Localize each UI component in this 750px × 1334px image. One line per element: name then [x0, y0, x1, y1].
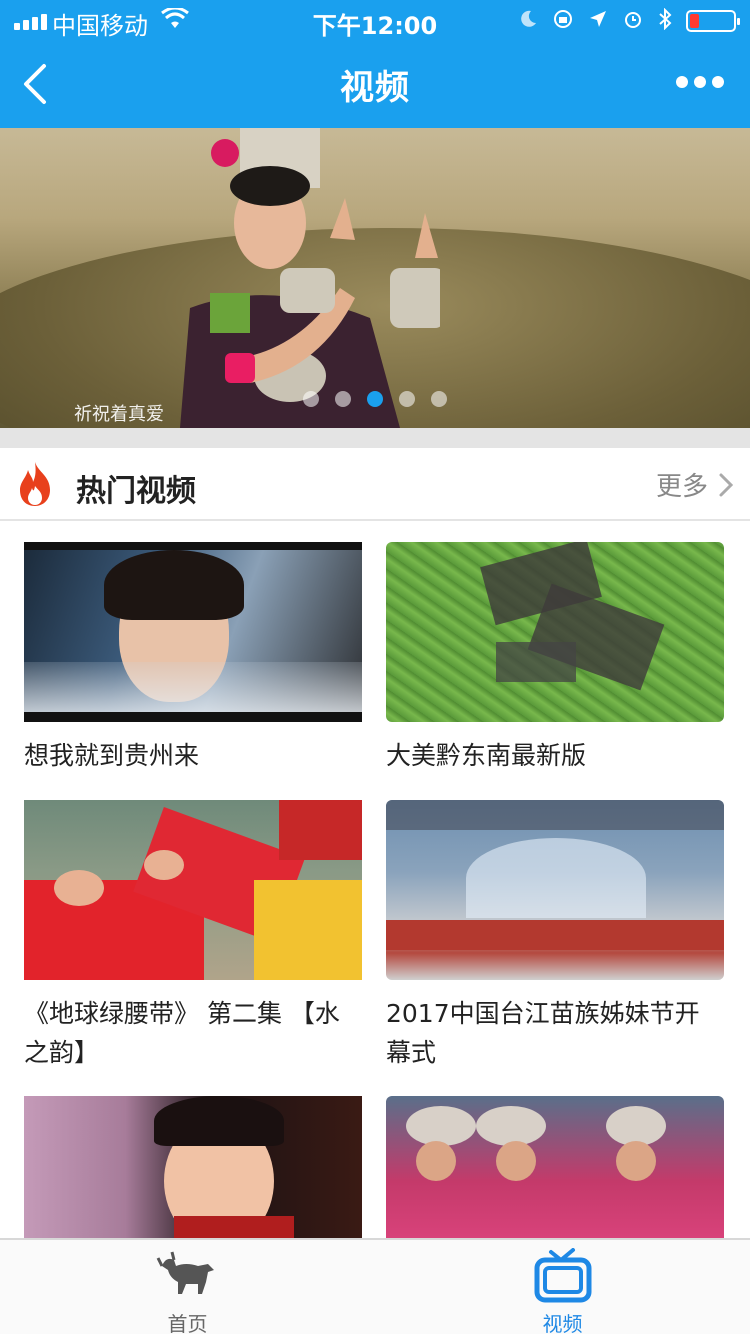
carousel-dot[interactable] [303, 391, 319, 407]
divider [0, 428, 750, 448]
video-title[interactable]: 想我就到贵州来 [24, 736, 362, 775]
more-label: 更多 [655, 472, 708, 502]
carousel-dot[interactable] [335, 391, 351, 407]
video-card[interactable]: 2017中国台江苗族姊妹节开幕式 [386, 800, 724, 1072]
dot-icon [694, 76, 706, 88]
video-thumbnail[interactable] [24, 1096, 362, 1238]
video-thumbnail[interactable] [386, 542, 724, 722]
top-bar: 中国移动 下午12:00 视频 [0, 0, 750, 128]
bull-icon [156, 1251, 214, 1294]
video-thumbnail[interactable] [24, 800, 362, 980]
video-card[interactable] [386, 1096, 724, 1238]
moon-icon [518, 9, 538, 33]
tab-bar: 首页 视频 [0, 1238, 750, 1334]
video-card[interactable]: 《地球绿腰带》 第二集 【水之韵】 [24, 800, 362, 1072]
location-icon [588, 9, 608, 33]
fire-icon [20, 462, 50, 506]
video-title[interactable]: 2017中国台江苗族姊妹节开幕式 [386, 994, 724, 1072]
video-thumbnail[interactable] [386, 800, 724, 980]
carousel-dot[interactable] [399, 391, 415, 407]
hot-videos-header: 热门视频 更多 [0, 448, 750, 521]
tab-label: 首页 [167, 1312, 208, 1334]
tv-icon [534, 1248, 591, 1303]
alarm-icon [622, 8, 644, 34]
status-icons [518, 7, 740, 34]
video-card[interactable]: 想我就到贵州来 [24, 542, 362, 775]
page-title: 视频 [340, 68, 410, 108]
tab-video[interactable]: 视频 [375, 1240, 750, 1334]
battery-icon [686, 10, 740, 32]
tab-home[interactable]: 首页 [0, 1240, 375, 1334]
dot-icon [676, 76, 688, 88]
video-thumbnail[interactable] [24, 542, 362, 722]
section-title: 热门视频 [76, 474, 196, 509]
dot-icon [712, 76, 724, 88]
video-title[interactable]: 《地球绿腰带》 第二集 【水之韵】 [24, 994, 362, 1072]
video-thumbnail[interactable] [386, 1096, 724, 1238]
banner-image [180, 128, 440, 428]
video-card[interactable]: 大美黔东南最新版 [386, 542, 724, 775]
status-bar: 中国移动 下午12:00 [0, 0, 750, 40]
carousel-indicator [0, 391, 750, 407]
bluetooth-icon [658, 7, 672, 34]
more-link[interactable]: 更多 [656, 466, 734, 503]
banner-carousel[interactable]: 祈祝着真爱 [0, 128, 750, 428]
rotation-lock-icon [552, 8, 574, 34]
tab-label: 视频 [542, 1312, 583, 1334]
carousel-dot[interactable] [367, 391, 383, 407]
video-title[interactable]: 大美黔东南最新版 [386, 736, 724, 775]
chevron-right-icon [719, 473, 734, 496]
video-card[interactable] [24, 1096, 362, 1238]
carousel-dot[interactable] [431, 391, 447, 407]
more-options-button[interactable] [676, 76, 724, 88]
